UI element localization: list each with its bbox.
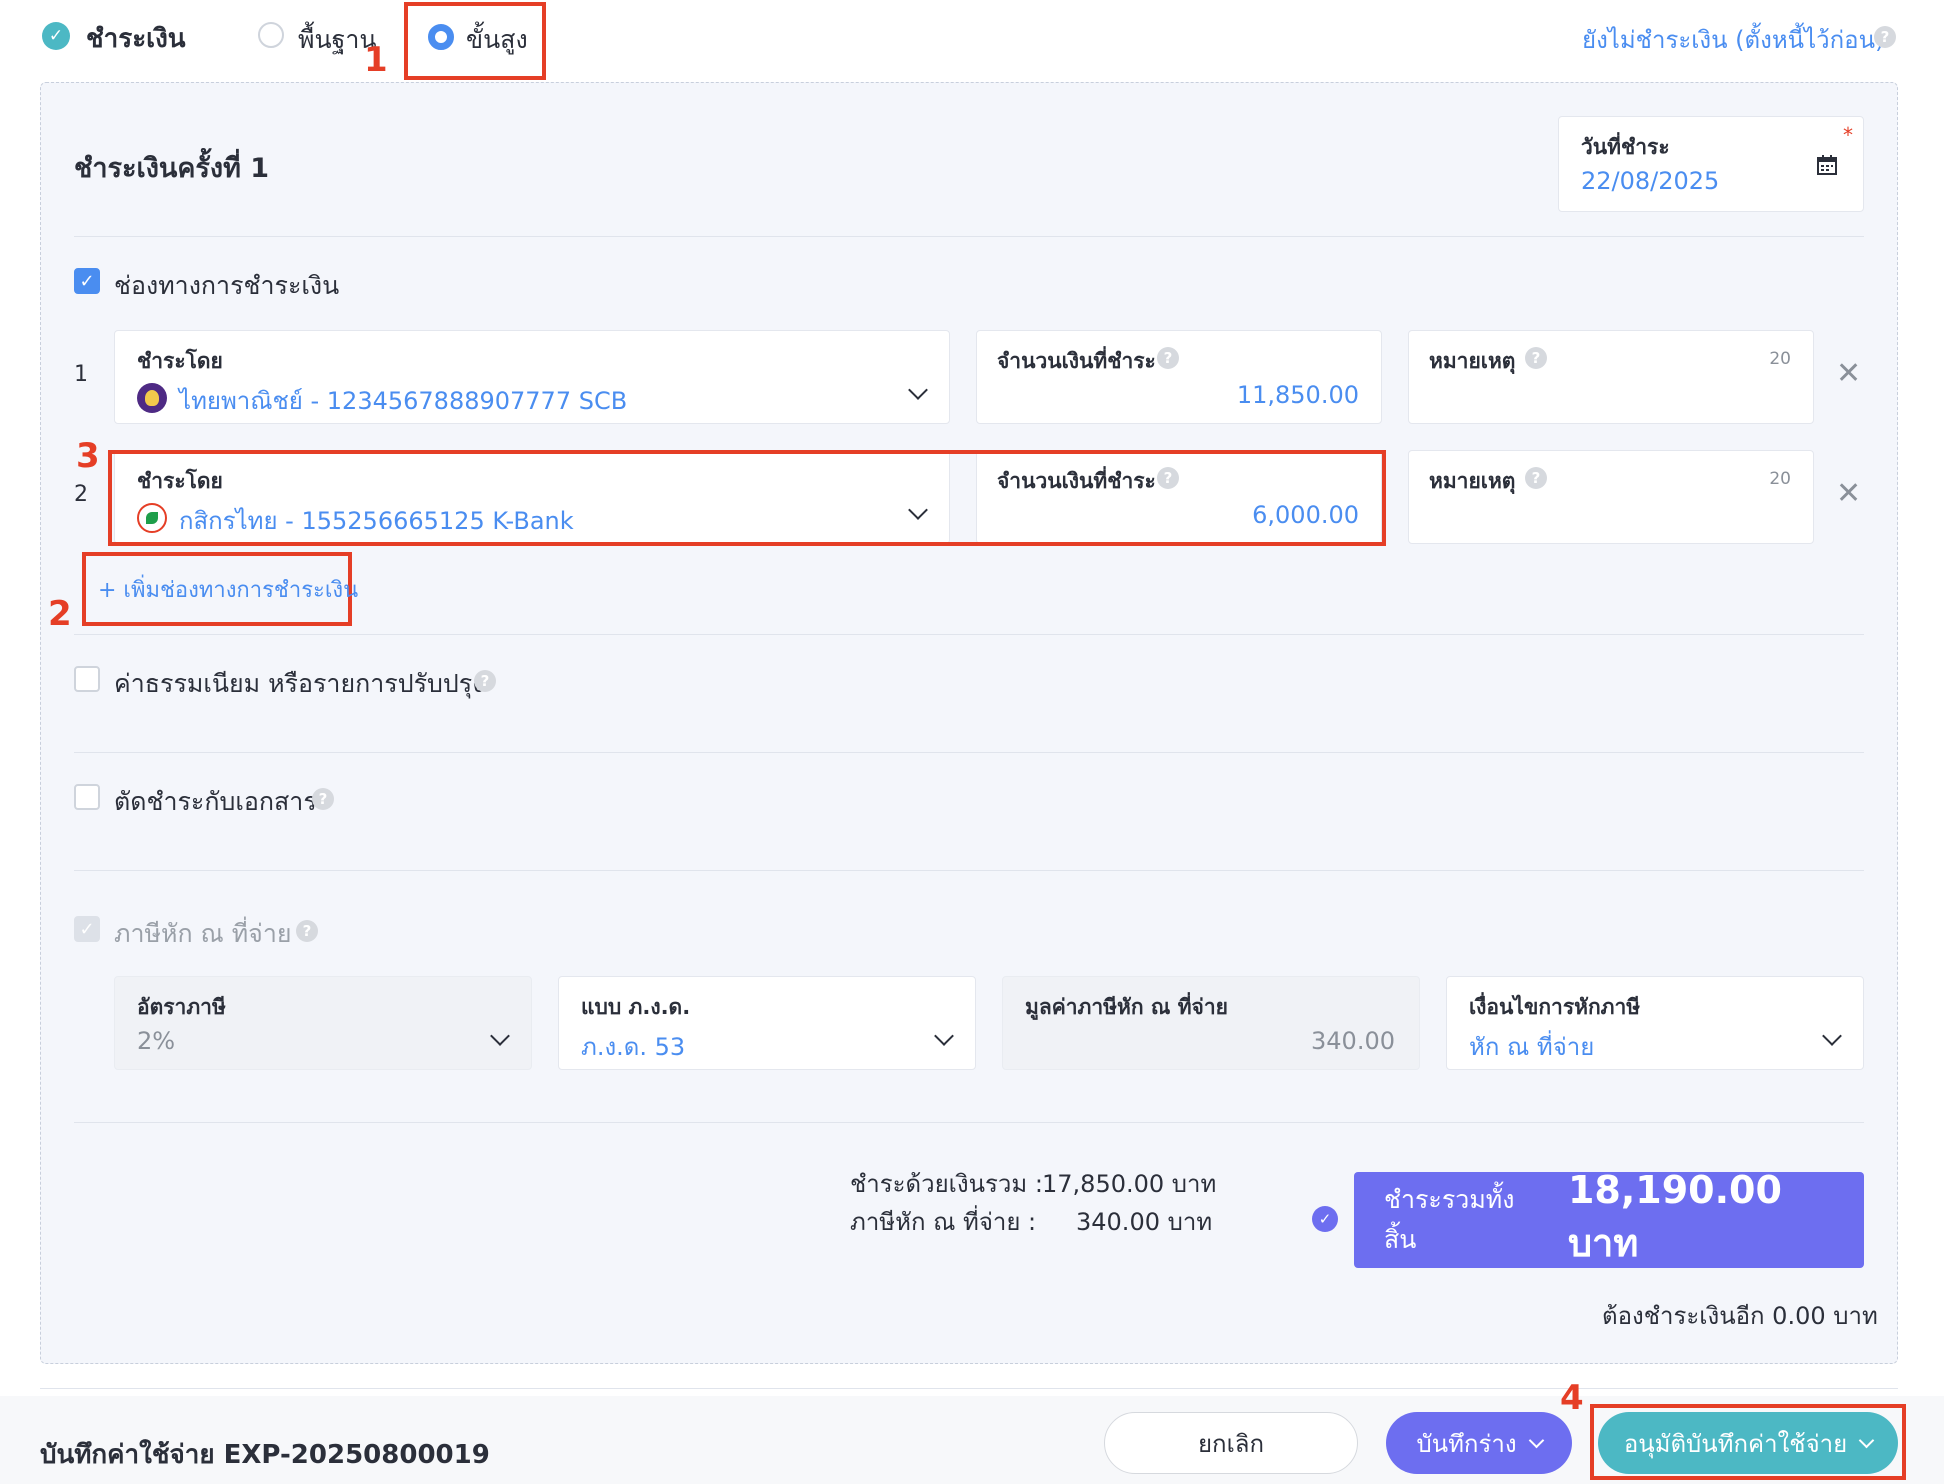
paid-by-label: ชำระโดย [137, 349, 223, 373]
radio-advanced-label[interactable]: ขั้นสูง [466, 20, 528, 60]
annotation-box-3 [108, 450, 1386, 546]
paid-by-select[interactable]: ชำระโดย ไทยพาณิชย์ - 1234567888907777 SC… [114, 330, 950, 424]
annotation-number-1: 1 [364, 40, 388, 80]
wht-condition-label: เงื่อนไขการหักภาษี [1469, 995, 1641, 1019]
wht-amount-label: มูลค่าภาษีหัก ณ ที่จ่าย [1025, 995, 1228, 1019]
remove-row-icon[interactable]: ✕ [1836, 476, 1861, 511]
wht-form-label: แบบ ภ.ง.ด. [581, 995, 691, 1019]
amount-label: จำนวนเงินที่ชำระ [997, 349, 1156, 373]
payment-date-field[interactable]: วันที่ชำระ * 22/08/2025 [1558, 116, 1864, 212]
wht-form-value: ภ.ง.ด. 53 [581, 1033, 686, 1061]
add-channel-button[interactable]: + เพิ่มช่องทางการชำระเงิน [98, 572, 358, 607]
help-icon[interactable]: ? [1525, 467, 1547, 489]
unpaid-link[interactable]: ยังไม่ชำระเงิน (ตั้งหนี้ไว้ก่อน) [1582, 20, 1884, 59]
wht-form-select[interactable]: แบบ ภ.ง.ด. ภ.ง.ด. 53 [558, 976, 976, 1070]
chevron-down-icon [1528, 1432, 1544, 1448]
fee-label: ค่าธรรมเนียม หรือรายการปรับปรุง [114, 669, 485, 698]
wht-condition-select[interactable]: เงื่อนไขการหักภาษี หัก ณ ที่จ่าย [1446, 976, 1864, 1070]
row-index: 2 [74, 482, 88, 507]
amount-value[interactable]: 11,850.00 [1237, 381, 1359, 409]
help-icon[interactable]: ? [1157, 347, 1179, 369]
chevron-down-icon[interactable] [1822, 1026, 1842, 1046]
fee-checkbox[interactable] [74, 666, 100, 692]
wht-label: ภาษีหัก ณ ที่จ่าย [114, 919, 292, 948]
channels-checkbox[interactable]: ✓ [74, 268, 100, 294]
amount-field[interactable]: จำนวนเงินที่ชำระ ? 11,850.00 [976, 330, 1382, 424]
radio-advanced[interactable] [428, 24, 454, 50]
save-draft-label: บันทึกร่าง [1416, 1429, 1517, 1458]
chevron-down-icon[interactable] [908, 380, 928, 400]
radio-basic[interactable] [258, 22, 284, 48]
divider [74, 870, 1864, 871]
paid-total-value: 17,850.00 บาท [1042, 1170, 1217, 1198]
wht-checkbox: ✓ [74, 916, 100, 942]
bank-account-value: ไทยพาณิชย์ - 1234567888907777 SCB [179, 387, 628, 415]
required-asterisk: * [1843, 123, 1853, 147]
help-icon[interactable]: ? [474, 670, 496, 692]
chevron-down-icon[interactable] [934, 1026, 954, 1046]
note-label: หมายเหตุ [1429, 349, 1516, 373]
char-counter: 20 [1769, 469, 1791, 489]
payment-date-value[interactable]: 22/08/2025 [1581, 167, 1719, 195]
wht-condition-value: หัก ณ ที่จ่าย [1469, 1033, 1595, 1061]
grand-total-box: ชำระรวมทั้งสิ้น 18,190.00 บาท [1354, 1168, 1864, 1268]
footer-divider [40, 1388, 1898, 1389]
wht-rate-select[interactable]: อัตราภาษี 2% [114, 976, 532, 1070]
remaining-text: ต้องชำระเงินอีก 0.00 บาท [1602, 1302, 1878, 1330]
save-draft-button[interactable]: บันทึกร่าง [1386, 1412, 1572, 1474]
payment-round-title: ชำระเงินครั้งที่ 1 [74, 153, 270, 184]
char-counter: 20 [1769, 349, 1791, 369]
calendar-icon[interactable] [1817, 155, 1837, 175]
wht-rate-value: 2% [137, 1027, 176, 1055]
note-field[interactable]: หมายเหตุ ? 20 [1408, 450, 1814, 544]
divider [74, 1122, 1864, 1123]
row-index: 1 [74, 362, 88, 387]
section-title: ชำระเงิน [86, 24, 186, 54]
remove-row-icon[interactable]: ✕ [1836, 356, 1861, 391]
confirm-check-icon: ✓ [1312, 1206, 1338, 1232]
cancel-button[interactable]: ยกเลิก [1104, 1412, 1358, 1474]
wht-total-value: 340.00 บาท [1076, 1208, 1213, 1236]
payment-date-label: วันที่ชำระ [1581, 135, 1670, 159]
offset-label: ตัดชำระกับเอกสาร [114, 787, 317, 816]
wht-amount-field: มูลค่าภาษีหัก ณ ที่จ่าย 340.00 [1002, 976, 1420, 1070]
wht-rate-label: อัตราภาษี [137, 995, 226, 1019]
annotation-box-4 [1590, 1404, 1906, 1480]
chevron-down-icon[interactable] [490, 1026, 510, 1046]
help-icon[interactable]: ? [1525, 347, 1547, 369]
payment-done-check-icon: ✓ [42, 22, 70, 50]
channels-label: ช่องทางการชำระเงิน [114, 271, 340, 300]
wht-amount-value: 340.00 [1311, 1027, 1395, 1055]
cancel-button-label: ยกเลิก [1197, 1429, 1265, 1458]
help-icon[interactable]: ? [312, 788, 334, 810]
divider [74, 634, 1864, 635]
divider [74, 752, 1864, 753]
note-field[interactable]: หมายเหตุ ? 20 [1408, 330, 1814, 424]
grand-total-label: ชำระรวมทั้งสิ้น [1384, 1185, 1515, 1254]
help-icon[interactable]: ? [1874, 26, 1896, 48]
paid-total-label: ชำระด้วยเงินรวม : [850, 1170, 1043, 1198]
divider [74, 236, 1864, 237]
annotation-number-4: 4 [1560, 1378, 1584, 1418]
grand-total-value: 18,190.00 บาท [1567, 1167, 1782, 1265]
wht-total-label: ภาษีหัก ณ ที่จ่าย : [850, 1208, 1037, 1236]
help-icon[interactable]: ? [296, 920, 318, 942]
note-label: หมายเหตุ [1429, 469, 1516, 493]
annotation-number-3: 3 [76, 436, 100, 476]
annotation-number-2: 2 [48, 594, 72, 634]
offset-checkbox[interactable] [74, 784, 100, 810]
document-title: บันทึกค่าใช้จ่าย EXP-20250800019 [40, 1440, 490, 1470]
scb-bank-icon [137, 383, 167, 413]
